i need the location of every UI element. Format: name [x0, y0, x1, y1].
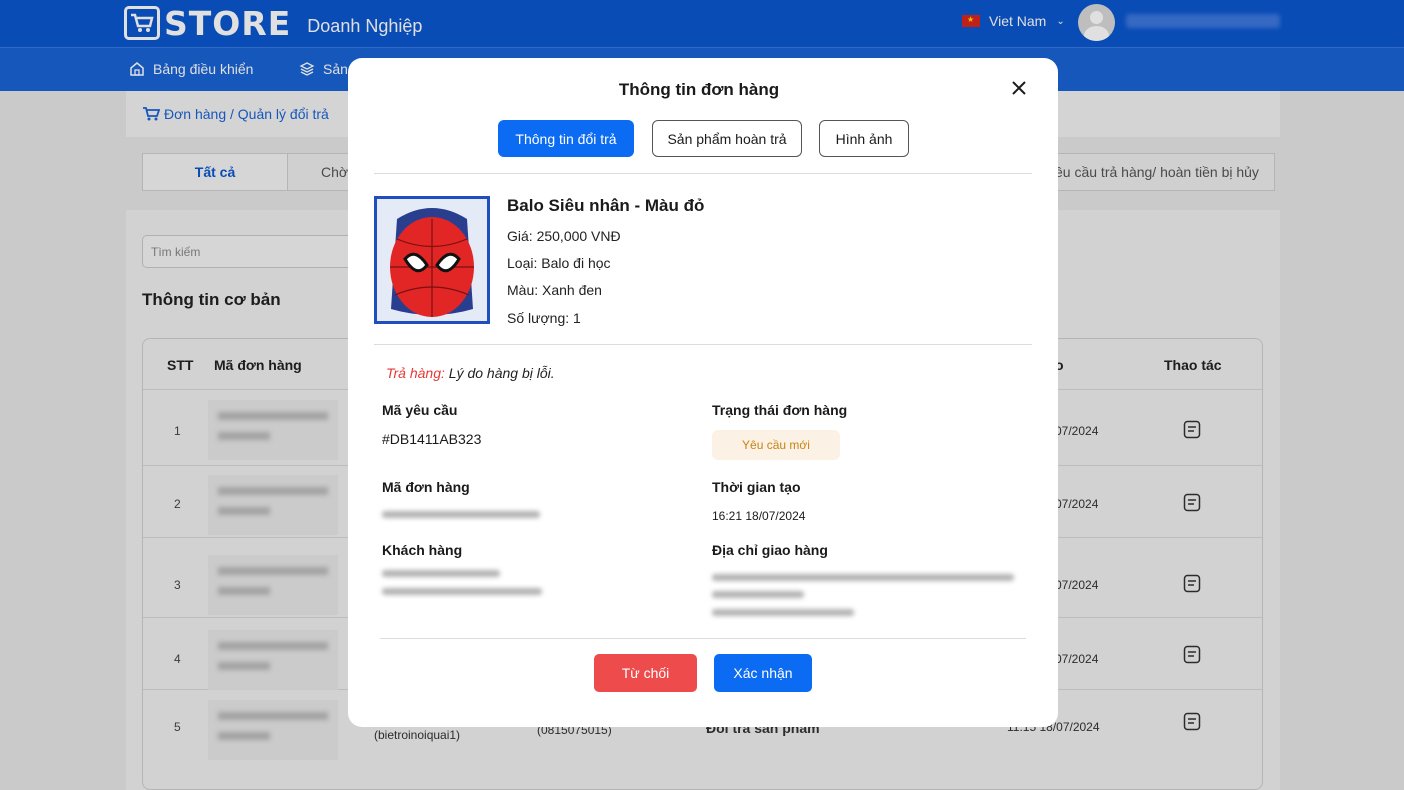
divider [380, 638, 1026, 639]
return-reason-label: Trả hàng: [386, 365, 445, 381]
order-info-modal: Thông tin đơn hàng Thông tin đổi trả Sản… [348, 58, 1058, 727]
request-code-label: Mã yêu cầu [382, 402, 458, 418]
customer-email-blurred [382, 588, 542, 595]
tab-returned-products[interactable]: Sản phẩm hoàn trả [652, 120, 802, 157]
modal-title: Thông tin đơn hàng [618, 80, 780, 99]
product-quantity: Số lượng: 1 [507, 310, 581, 326]
confirm-button[interactable]: Xác nhận [714, 654, 812, 692]
created-time-value: 16:21 18/07/2024 [712, 509, 806, 523]
product-image [374, 196, 490, 324]
tab-return-info[interactable]: Thông tin đổi trả [498, 120, 634, 157]
customer-label: Khách hàng [382, 542, 463, 558]
product-price: Giá: 250,000 VNĐ [507, 228, 621, 244]
reject-button[interactable]: Từ chối [594, 654, 697, 692]
address-blurred [712, 574, 1014, 581]
order-status-label: Trạng thái đơn hàng [712, 402, 848, 418]
status-badge: Yêu cầu mới [712, 430, 840, 460]
created-time-label: Thời gian tạo [712, 479, 801, 495]
product-color: Màu: Xanh đen [507, 282, 602, 298]
divider [374, 173, 1032, 174]
product-name: Balo Siêu nhân - Màu đỏ [507, 196, 705, 215]
return-reason-text: Lý do hàng bị lỗi. [444, 365, 555, 381]
request-code-value: #DB1411AB323 [382, 431, 482, 447]
close-icon[interactable] [1009, 78, 1029, 98]
order-code-label: Mã đơn hàng [382, 479, 470, 495]
tab-images[interactable]: Hình ảnh [819, 120, 909, 157]
address-blurred [712, 591, 804, 598]
product-category: Loại: Balo đi học [507, 255, 611, 271]
order-code-blurred [382, 511, 540, 518]
address-label: Địa chỉ giao hàng [712, 542, 828, 558]
divider [374, 344, 1032, 345]
return-reason: Trả hàng: Lý do hàng bị lỗi. [386, 365, 555, 381]
customer-name-blurred [382, 570, 500, 577]
address-blurred [712, 609, 854, 616]
